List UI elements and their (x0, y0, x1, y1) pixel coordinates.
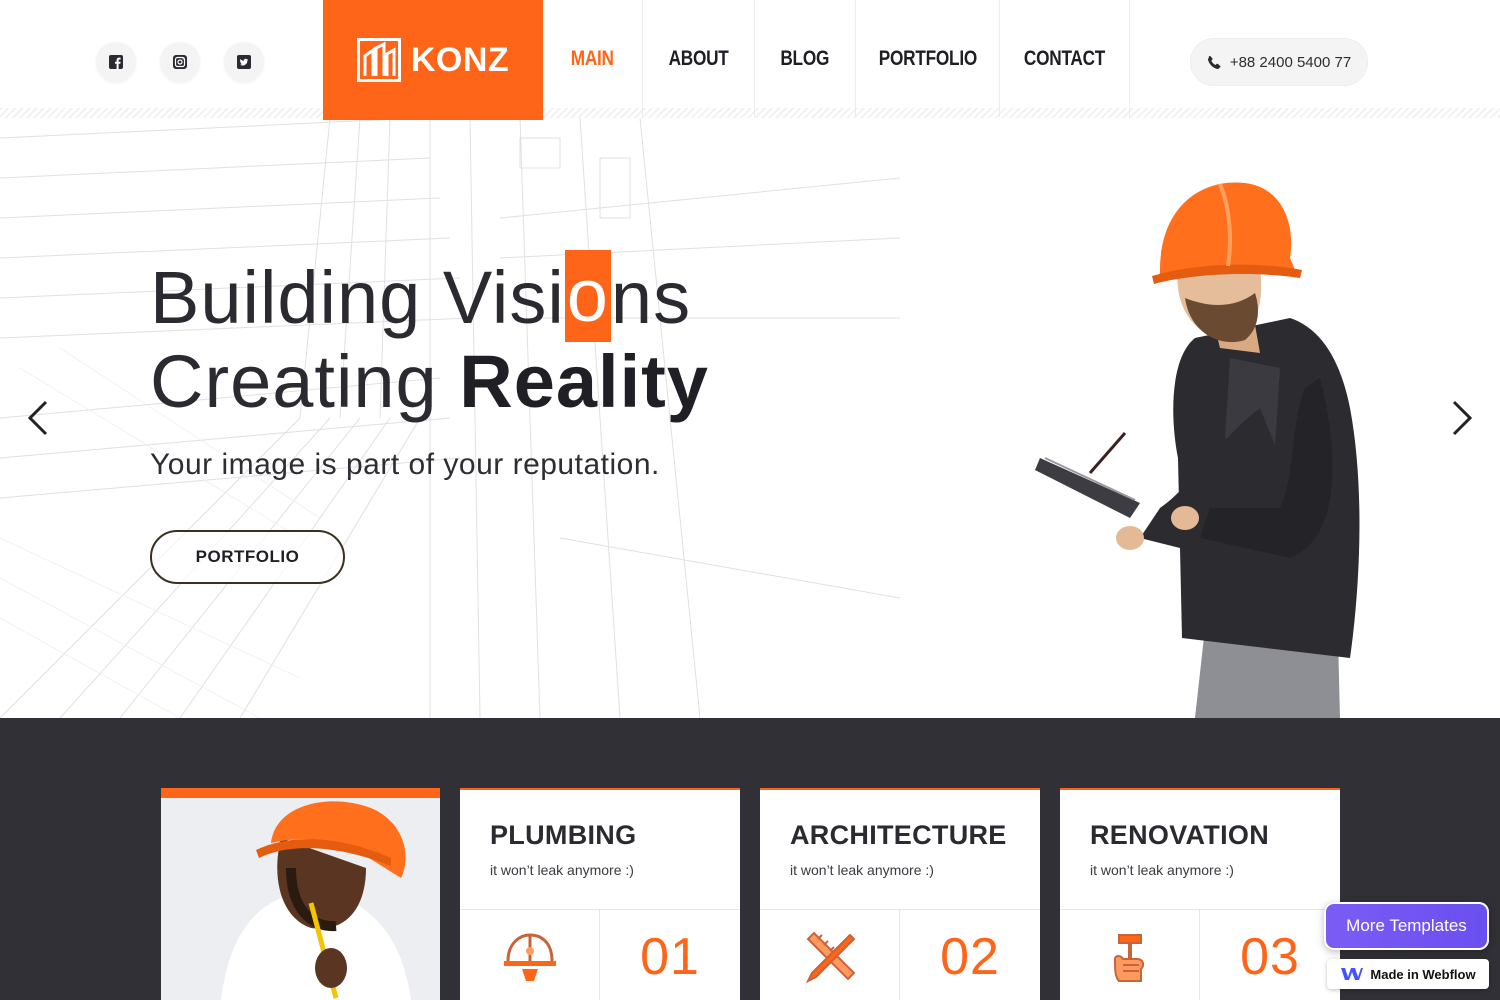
logo-text: KONZ (410, 40, 510, 79)
engineer-image (1035, 182, 1360, 718)
service-description: it won’t leak anymore :) (790, 862, 934, 878)
nav-label: ABOUT (668, 46, 729, 70)
site-header: KONZ MAIN ABOUT BLOG PORTFOLIO CONTACT +… (0, 0, 1500, 120)
nav-item-portfolio[interactable]: PORTFOLIO (856, 0, 1000, 117)
building-logo-icon (356, 38, 401, 82)
service-card-plumbing[interactable]: PLUMBING it won’t leak anymore :) 01 (460, 788, 740, 1000)
service-icon-cell (460, 910, 600, 1000)
phone-button[interactable]: +88 2400 5400 77 (1190, 38, 1368, 86)
service-footer: 03 (1060, 909, 1340, 1000)
service-card-architecture[interactable]: ARCHITECTURE it won’t leak anymore :) 02 (760, 788, 1040, 1000)
service-icon-cell (760, 910, 900, 1000)
service-number: 01 (640, 927, 700, 986)
hero-slider: Building Visions Creating Reality Your i… (0, 118, 1500, 718)
hero-title-line-2: Creating Reality (150, 342, 709, 422)
hammer-hand-icon (1113, 933, 1144, 982)
logo[interactable]: KONZ (323, 0, 543, 120)
service-title: ARCHITECTURE (790, 820, 1007, 850)
pencil-ruler-icon (805, 931, 855, 983)
service-footer: 02 (760, 909, 1040, 1000)
hard-hat-icon (503, 932, 556, 981)
hero-title: Building Visions Creating Reality (150, 250, 709, 422)
instagram-link[interactable] (160, 42, 200, 82)
portfolio-button[interactable]: PORTFOLIO (150, 530, 345, 584)
services-section: PLUMBING it won’t leak anymore :) 01 ARC… (0, 718, 1500, 1000)
hero-title-bold: Reality (459, 340, 709, 423)
phone-number: +88 2400 5400 77 (1229, 53, 1352, 71)
made-in-webflow-label: Made in Webflow (1370, 966, 1476, 982)
social-links (96, 42, 264, 82)
service-footer: 01 (460, 909, 740, 1000)
nav-label: MAIN (570, 46, 615, 70)
main-nav: MAIN ABOUT BLOG PORTFOLIO CONTACT (543, 0, 1130, 117)
nav-label: BLOG (780, 46, 830, 70)
service-number: 02 (940, 927, 1000, 986)
chevron-right-icon[interactable] (1446, 398, 1476, 438)
nav-item-about[interactable]: ABOUT (643, 0, 755, 117)
service-number: 03 (1240, 927, 1300, 986)
twitter-icon (237, 55, 251, 69)
twitter-link[interactable] (224, 42, 264, 82)
more-templates-button[interactable]: More Templates (1324, 902, 1489, 950)
worker-image (161, 798, 440, 1000)
hero-subtitle: Your image is part of your reputation. (150, 448, 660, 481)
service-title: RENOVATION (1090, 820, 1270, 850)
webflow-logo-icon (1341, 968, 1364, 980)
service-icon-cell (1060, 910, 1200, 1000)
service-card-renovation[interactable]: RENOVATION it won’t leak anymore :) 03 (1060, 788, 1340, 1000)
nav-item-contact[interactable]: CONTACT (1000, 0, 1130, 117)
service-title: PLUMBING (490, 820, 637, 850)
instagram-icon (173, 55, 187, 69)
made-in-webflow-badge[interactable]: Made in Webflow (1327, 959, 1489, 989)
hero-title-part-2: ns (610, 256, 692, 339)
nav-item-blog[interactable]: BLOG (755, 0, 856, 117)
hero-title-regular: Creating (150, 340, 460, 423)
facebook-icon (109, 55, 123, 69)
hero-title-highlight: o (564, 250, 611, 342)
hero-title-part-1: Building Visi (150, 256, 565, 339)
nav-label: PORTFOLIO (878, 46, 977, 70)
nav-item-main[interactable]: MAIN (543, 0, 643, 117)
chevron-left-icon[interactable] (24, 398, 54, 438)
facebook-link[interactable] (96, 42, 136, 82)
service-description: it won’t leak anymore :) (490, 862, 634, 878)
hero-title-line-1: Building Visions (150, 250, 709, 342)
phone-icon (1207, 55, 1221, 69)
worker-photo-card (161, 788, 440, 1000)
nav-label: CONTACT (1023, 46, 1106, 70)
service-description: it won’t leak anymore :) (1090, 862, 1234, 878)
